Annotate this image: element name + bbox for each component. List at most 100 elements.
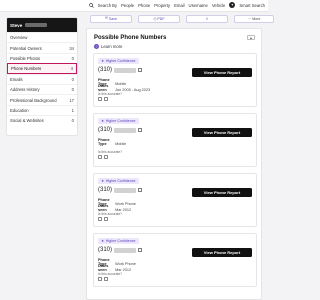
thumbs-up-icon[interactable] [98,155,102,159]
save-button[interactable]: 🗎 Save [90,15,132,23]
copy-icon[interactable] [138,188,143,192]
sidebar-item-overview[interactable]: Overview [7,32,77,42]
sidebar-item-label: Education [10,107,29,113]
phone-numbers-section: Possible Phone Numbers ▲ ? Learn more ★ H… [86,28,262,300]
sidebar-item-label: Social & Websites [10,118,44,124]
nav-vehicle[interactable]: Vehicle [212,3,226,8]
feedback-thumbs [98,155,108,159]
thumbs-down-icon[interactable] [104,217,108,221]
sidebar-item-count: 4 [70,65,73,71]
thumbs-down-icon[interactable] [104,155,108,159]
phone-number: (310) [98,67,143,73]
nav-username[interactable]: Username [189,3,208,8]
view-phone-report-button[interactable]: View Phone Report [192,248,252,257]
redacted-digits [114,67,137,73]
sidebar-item-count: 17 [69,97,74,103]
badge-label: Higher Confidence [105,179,136,183]
sidebar-item-phone-numbers[interactable]: Phone Numbers 4 [7,63,77,74]
accuracy-prompt: Is this accurate? [98,150,123,154]
accuracy-prompt: Is this accurate? [98,92,123,96]
phone-number: (310) [98,247,143,253]
sidebar-item-potential-owners[interactable]: Potential Owners 34 [7,42,77,52]
nav-phone[interactable]: Phone [138,3,150,8]
sidebar-item-education[interactable]: Education 1 [7,104,77,115]
accuracy-prompt: Is this accurate? [98,212,123,216]
dates-seen-label: Dates seen [98,84,109,92]
nav-people[interactable]: People [121,3,134,8]
phone-number: (310) [98,127,143,133]
section-title: Possible Phone Numbers [94,35,167,41]
thumbs-up-icon[interactable] [98,97,102,101]
confidence-badge: ★ Higher Confidence [98,178,139,184]
search-icon[interactable] [88,2,94,8]
redacted-digits [114,247,137,253]
report-sidebar: Steve Overview Potential Owners 34 Possib… [6,17,78,136]
pdf-label: PDF [157,17,165,21]
confidence-badge: ★ Higher Confidence [98,238,139,244]
nav-property[interactable]: Property [154,3,170,8]
copy-icon[interactable] [138,128,143,132]
sidebar-header: Steve [7,18,77,32]
thumbs-down-icon[interactable] [104,97,108,101]
phone-number: (310) [98,187,143,193]
subject-name: Steve [10,22,23,28]
badge-label: Higher Confidence [105,239,136,243]
area-code: (310) [98,67,113,73]
question-icon: ? [94,44,99,49]
top-nav-bar: Search By People Phone Property Email Us… [0,0,268,12]
sidebar-item-label: Address History [10,87,40,93]
nav-smart-search[interactable]: Smart Search [239,3,265,8]
area-code: (310) [98,127,113,133]
report-actions: 🗎 Save ⎙ PDF ⇪ ⋯ More [90,15,274,23]
sidebar-item-label: Phone Numbers [11,65,42,71]
sidebar-item-count: 0 [71,87,74,93]
view-phone-report-button[interactable]: View Phone Report [192,188,252,197]
area-code: (310) [98,187,113,193]
collapse-toggle[interactable]: ▲ [247,35,255,40]
dates-seen: Dates seen Mar 2012 [98,264,131,272]
sidebar-item-emails[interactable]: Emails 0 [7,73,77,84]
thumbs-up-icon[interactable] [98,217,102,221]
view-phone-report-button[interactable]: View Phone Report [192,128,252,137]
sidebar-item-count: 1 [71,107,74,113]
feedback-thumbs [98,217,108,221]
more-label: More [252,17,261,21]
dates-seen: Dates seen Jun 2005 - Aug 2023 [98,84,150,92]
share-icon: ⇪ [205,17,209,21]
sidebar-item-possible-photos[interactable]: Possible Photos 0 [7,52,77,63]
sidebar-item-count: 0 [71,55,74,61]
phone-type-label: Phone Type [98,138,110,146]
sidebar-item-count: 0 [71,118,74,124]
feedback-thumbs [98,277,108,281]
phone-card: ★ Higher Confidence (310) Phone Type Mobi… [93,113,257,167]
sidebar-item-professional-background[interactable]: Professional Background 17 [7,94,77,104]
sidebar-item-label: Potential Owners [10,45,42,51]
view-phone-report-button[interactable]: View Phone Report [192,68,252,77]
sidebar-item-label: Emails [10,76,23,82]
nav-email[interactable]: Email [174,3,184,8]
feedback-thumbs [98,97,108,101]
sidebar-item-label: Possible Photos [10,55,41,61]
chevron-up-icon: ▲ [249,35,253,40]
phone-card: ★ Higher Confidence (310) Phone Type Mobi… [93,53,257,107]
thumbs-down-icon[interactable] [104,277,108,281]
smart-search-icon[interactable]: ✦ [229,2,236,8]
thumbs-up-icon[interactable] [98,277,102,281]
phone-card: ★ Higher Confidence (310) Phone Type Work… [93,173,257,227]
more-button[interactable]: ⋯ More [234,15,274,23]
sidebar-item-count: 34 [69,45,74,51]
confidence-badge: ★ Higher Confidence [98,118,139,124]
star-icon: ★ [101,119,105,123]
dates-seen-label: Dates seen [98,264,109,272]
nav-links: Search By People Phone Property Email Us… [88,2,265,8]
sidebar-item-social-websites[interactable]: Social & Websites 0 [7,115,77,125]
star-icon: ★ [101,239,105,243]
sidebar-item-address-history[interactable]: Address History 0 [7,83,77,94]
learn-more-link[interactable]: ? Learn more [94,44,122,49]
learn-more-label: Learn more [101,44,123,49]
copy-icon[interactable] [138,68,143,72]
badge-label: Higher Confidence [105,59,136,63]
share-button[interactable]: ⇪ [186,15,228,23]
copy-icon[interactable] [138,248,143,252]
pdf-button[interactable]: ⎙ PDF [138,15,180,23]
